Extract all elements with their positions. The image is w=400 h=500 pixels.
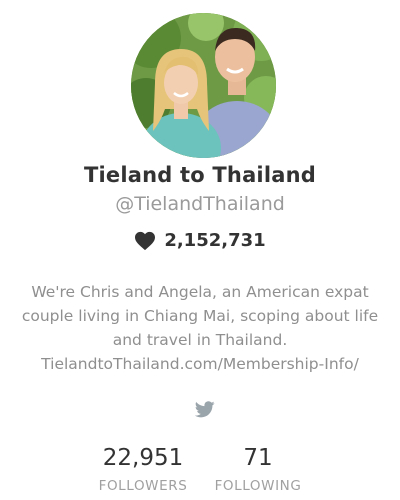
profile-card: Tieland to Thailand @TielandThailand 2,1… [0,0,400,500]
profile-bio: We're Chris and Angela, an American expa… [8,280,392,376]
avatar[interactable] [131,13,276,158]
profile-stats: 22,951 FOLLOWERS 71 FOLLOWING [0,443,400,500]
profile-name: Tieland to Thailand [83,163,316,187]
following-stat[interactable]: 71 FOLLOWING [205,443,311,494]
following-label: FOLLOWING [214,478,302,494]
likes-count: 2,152,731 [164,230,266,251]
following-count: 71 [243,445,273,471]
followers-stat[interactable]: 22,951 FOLLOWERS [88,443,198,494]
bio-line: We're Chris and Angela, an American expa… [31,283,369,301]
heart-icon [135,231,156,250]
avatar-photo [131,13,276,158]
followers-count: 22,951 [102,445,184,471]
likes-counter: 2,152,731 [0,230,400,251]
twitter-icon[interactable] [195,401,215,418]
bio-line: couple living in Chiang Mai, scoping abo… [21,307,379,325]
website-link[interactable]: TielandtoThailand.com/Membership-Info/ [8,352,392,376]
followers-label: FOLLOWERS [98,478,188,494]
profile-handle[interactable]: @TielandThailand [0,193,400,215]
bio-line: and travel in Thailand. [112,331,288,349]
